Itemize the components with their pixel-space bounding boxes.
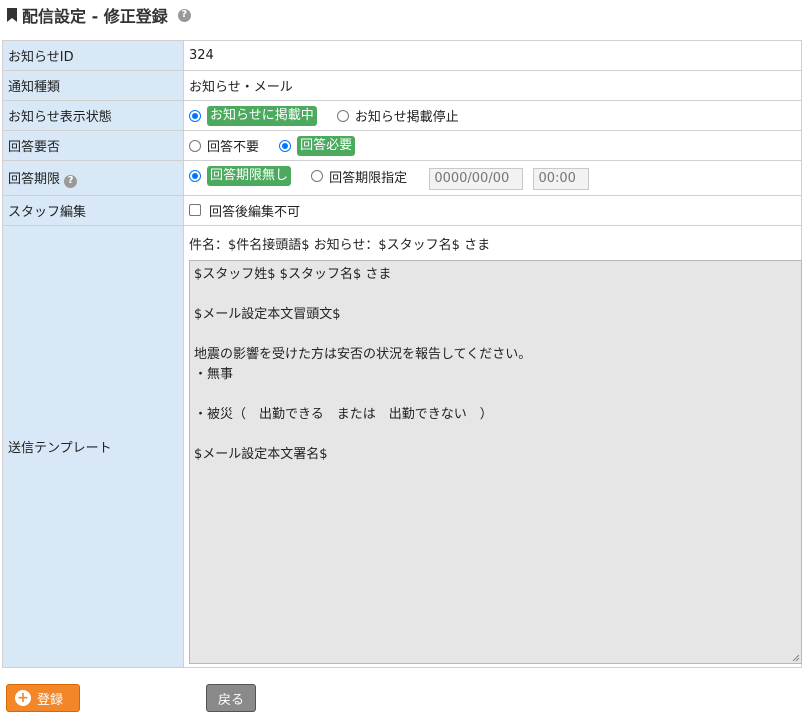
label-stopped: お知らせ掲載停止 [354,110,459,125]
deadline-date-input[interactable] [429,167,524,190]
row-notice-id: お知らせID 324 [2,40,802,71]
template-body-line [194,385,797,405]
template-body-textarea[interactable]: $スタッフ姓$ $スタッフ名$ さま $メール設定本文冒頭文$ 地震の影響を受けた方… [189,260,802,664]
template-body-line [194,425,797,445]
page-title-text: 配信設定 - 修正登録 [22,7,168,26]
no-deadline-option[interactable]: 回答期限無し [189,166,292,187]
template-body-line [194,325,797,345]
template-subject: 件名：$件名接頭語$ お知らせ：$スタッフ名$ さま [189,237,491,253]
template-body-line [194,285,797,305]
register-button[interactable]: + 登録 [6,684,80,712]
row-notice-type: 通知種類 お知らせ・メール [2,70,802,101]
badge-posted: お知らせに掲載中 [207,105,317,126]
row-answer-deadline: 回答期限 ? 回答期限無し 回答期限指定 [2,160,802,196]
edit-lock-option[interactable]: 回答後編集不可 [189,201,300,220]
label-notice-type: 通知種類 [2,70,184,101]
label-answer-required: 回答要否 [2,130,184,161]
label-template: 送信テンプレート [2,225,184,668]
deadline-time-input[interactable] [533,167,590,190]
label-display-status: お知らせ表示状態 [2,100,184,131]
template-body-line: $スタッフ姓$ $スタッフ名$ さま [194,267,392,282]
radio-required[interactable] [279,139,292,152]
display-status-stopped-option[interactable]: お知らせ掲載停止 [336,106,459,125]
template-body-line: ・無事 [194,367,234,382]
register-button-label: 登録 [37,692,64,708]
back-button[interactable]: 戻る [206,684,256,712]
value-notice-type: お知らせ・メール [183,70,802,101]
radio-stopped[interactable] [336,109,349,122]
label-staff-edit: スタッフ編集 [2,195,184,226]
specify-deadline-option[interactable]: 回答期限指定 [311,167,407,186]
template-body-line: $メール設定本文冒頭文$ [194,307,341,322]
page-title: 配信設定 - 修正登録 ? [6,3,191,27]
display-status-options: お知らせに掲載中 お知らせ掲載停止 [183,100,802,131]
radio-not-required[interactable] [189,139,201,152]
label-edit-lock: 回答後編集不可 [209,204,301,220]
back-button-label: 戻る [217,692,244,708]
template-body-line: ・被災（ 出勤できる または 出勤できない ） [194,407,493,422]
resize-grip-icon[interactable] [790,652,800,662]
label-answer-deadline-cell: 回答期限 ? [2,160,184,196]
display-status-posted-option[interactable]: お知らせに掲載中 [189,105,317,126]
badge-no-deadline: 回答期限無し [207,166,292,187]
deadline-help-icon[interactable]: ? [64,174,78,188]
label-answer-deadline: 回答期限 [8,172,61,188]
help-icon[interactable]: ? [177,8,191,22]
plus-circle-icon: + [15,690,31,706]
value-notice-id: 324 [183,40,802,71]
bookmark-icon [7,8,17,22]
template-body-line: $メール設定本文署名$ [194,447,328,462]
answer-required-options: 回答不要 回答必要 [183,130,802,161]
answer-not-required-option[interactable]: 回答不要 [189,136,259,155]
label-specify-deadline: 回答期限指定 [329,170,408,186]
template-body-line: 地震の影響を受けた方は安否の状況を報告してください。 [194,347,532,362]
settings-form: お知らせID 324 通知種類 お知らせ・メール お知らせ表示状態 お知らせに掲… [2,40,802,668]
radio-no-deadline[interactable] [189,170,201,183]
radio-specify-deadline[interactable] [311,170,324,183]
row-staff-edit: スタッフ編集 回答後編集不可 [2,195,802,226]
label-not-required: 回答不要 [207,140,260,155]
badge-required: 回答必要 [297,135,356,156]
staff-edit-options: 回答後編集不可 [183,195,802,226]
row-answer-required: 回答要否 回答不要 回答必要 [2,130,802,161]
answer-deadline-options: 回答期限無し 回答期限指定 [183,160,802,196]
row-display-status: お知らせ表示状態 お知らせに掲載中 お知らせ掲載停止 [2,100,802,131]
checkbox-edit-lock[interactable] [189,204,201,217]
label-notice-id: お知らせID [2,40,184,71]
template-cell: 件名：$件名接頭語$ お知らせ：$スタッフ名$ さま $スタッフ姓$ $スタッフ… [183,225,802,668]
row-template: 送信テンプレート 件名：$件名接頭語$ お知らせ：$スタッフ名$ さま $スタッ… [2,225,802,668]
radio-posted[interactable] [189,109,201,122]
answer-required-option[interactable]: 回答必要 [279,135,356,156]
